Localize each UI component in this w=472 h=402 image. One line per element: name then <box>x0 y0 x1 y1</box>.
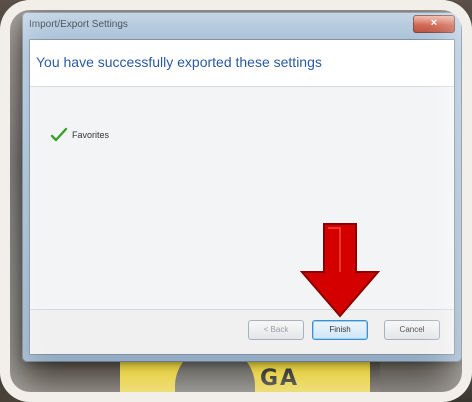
list-item-label: Favorites <box>72 130 110 140</box>
poster-text: GA <box>260 366 300 391</box>
exported-items-area: Favorites <box>30 87 454 315</box>
success-heading: You have successfully exported these set… <box>36 54 322 70</box>
close-icon: × <box>430 17 438 29</box>
dialog-client-area: You have successfully exported these set… <box>29 39 455 355</box>
title-bar[interactable]: Import/Export Settings × <box>23 13 461 39</box>
close-button[interactable]: × <box>413 15 455 33</box>
back-button[interactable]: < Back <box>248 320 304 340</box>
window-title: Import/Export Settings <box>29 19 128 30</box>
list-item-favorites: Favorites <box>50 127 109 143</box>
red-arrow-icon <box>300 223 380 318</box>
import-export-dialog: Import/Export Settings × You have succes… <box>22 12 462 362</box>
dialog-header: You have successfully exported these set… <box>30 40 454 87</box>
checkmark-icon <box>50 127 68 143</box>
dialog-footer: < Back Finish Cancel <box>30 309 454 354</box>
finish-button[interactable]: Finish <box>312 320 368 340</box>
cancel-button[interactable]: Cancel <box>384 320 440 340</box>
